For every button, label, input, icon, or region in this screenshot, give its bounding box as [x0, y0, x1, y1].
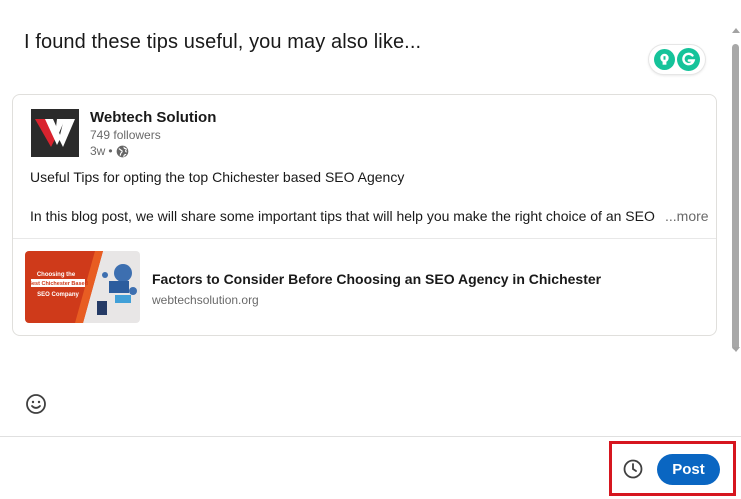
grammarly-icon[interactable]	[677, 48, 700, 71]
globe-icon	[116, 145, 128, 157]
post-age: 3w	[90, 144, 106, 158]
scrollbar-thumb[interactable]	[732, 44, 739, 350]
post-button[interactable]: Post	[657, 454, 720, 485]
footer-divider	[0, 436, 741, 437]
clock-icon[interactable]	[621, 457, 645, 481]
composer-text[interactable]: I found these tips useful, you may also …	[24, 31, 421, 54]
scroll-up-icon[interactable]	[732, 28, 740, 33]
scroll-down-icon[interactable]	[732, 347, 740, 352]
thumbnail-text-2: Best Chichester Based	[28, 281, 88, 287]
thumbnail-text-3: SEO Company	[37, 292, 79, 298]
shared-post-card: Webtech Solution 749 followers 3w • Usef…	[12, 94, 717, 336]
company-logo[interactable]	[31, 109, 79, 157]
see-more-link[interactable]: ...more	[665, 208, 709, 224]
follower-count: 749 followers	[90, 128, 161, 142]
post-meta: 3w •	[90, 144, 129, 158]
grammarly-widget[interactable]	[649, 45, 705, 74]
scrollbar[interactable]	[730, 20, 741, 360]
article-domain: webtechsolution.org	[152, 293, 259, 307]
article-thumbnail[interactable]: Choosing the Best Chichester Based SEO C…	[25, 251, 140, 323]
article-link-preview[interactable]: Choosing the Best Chichester Based SEO C…	[25, 251, 705, 325]
thumbnail-text-1: Choosing the	[37, 272, 76, 278]
post-title-line: Useful Tips for opting the top Chicheste…	[30, 169, 405, 185]
smiley-icon[interactable]	[24, 392, 48, 416]
post-body-text: In this blog post, we will share some im…	[30, 208, 655, 224]
article-title[interactable]: Factors to Consider Before Choosing an S…	[152, 271, 601, 287]
company-name[interactable]: Webtech Solution	[90, 109, 216, 126]
lightbulb-icon[interactable]	[654, 49, 675, 70]
meta-separator: •	[108, 144, 113, 158]
card-divider	[13, 238, 716, 239]
